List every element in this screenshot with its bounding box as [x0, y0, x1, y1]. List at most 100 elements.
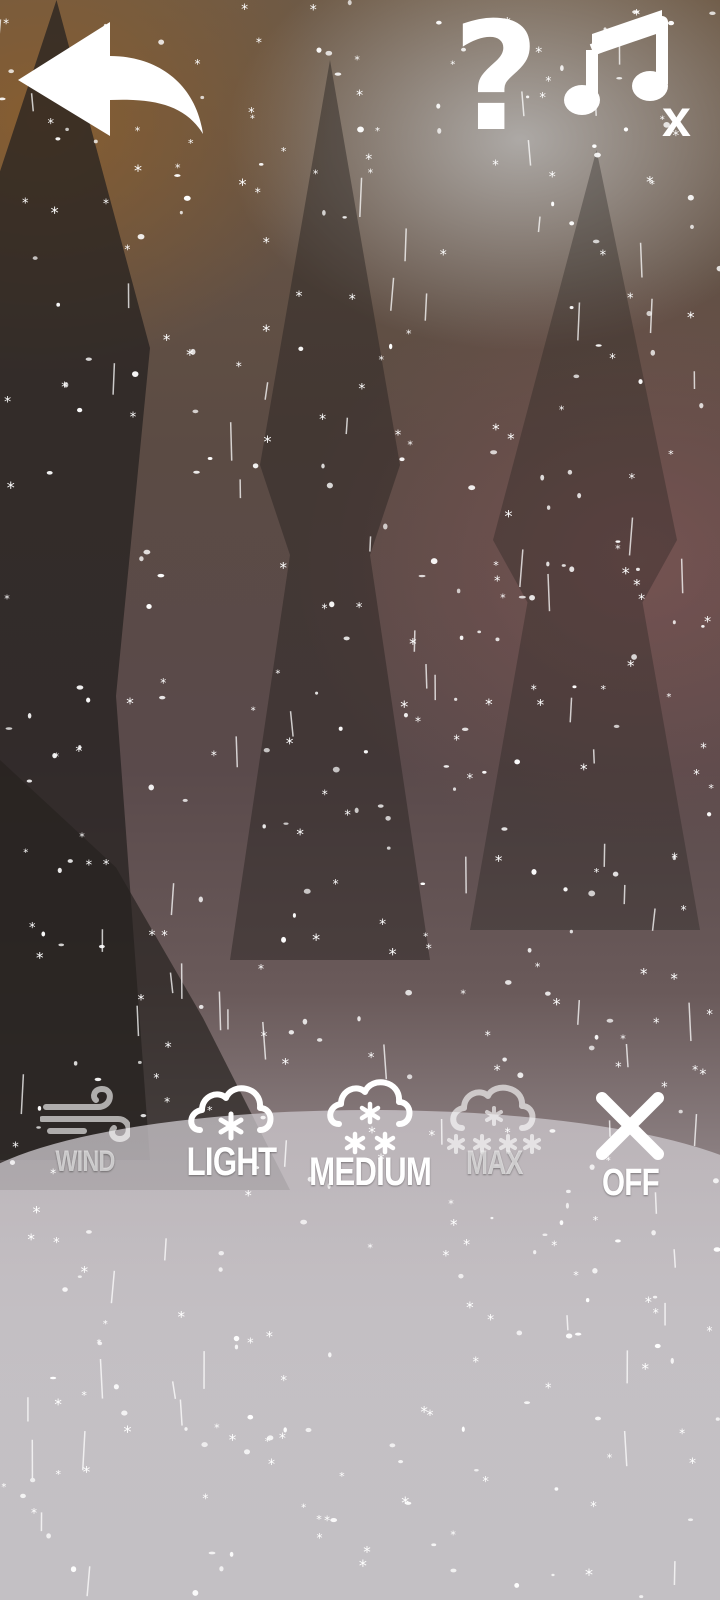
snow-dot: [615, 1239, 621, 1243]
snow-dot: [198, 1004, 204, 1009]
snowflake: *: [450, 1528, 456, 1541]
snow-dot: [636, 567, 640, 572]
snow-dot: [182, 798, 188, 802]
snow-dot: [63, 382, 69, 388]
light-label: LIGHT: [186, 1140, 277, 1184]
snowflake: *: [149, 928, 156, 944]
snow-dot: [263, 748, 270, 753]
snowflake: *: [708, 782, 714, 795]
snow-dot: [631, 654, 637, 660]
snow-dot: [540, 474, 545, 481]
snow-streak: [651, 908, 656, 931]
snow-streak: [547, 573, 551, 612]
snowflake: *: [322, 787, 328, 801]
snow-dot: [549, 1129, 556, 1133]
snowflake: *: [594, 866, 600, 879]
off-button[interactable]: OFF: [594, 1092, 667, 1205]
snow-dot: [477, 630, 482, 634]
snowflake: *: [395, 428, 402, 443]
snowflake: *: [262, 321, 270, 340]
snow-streak: [390, 277, 395, 311]
snow-dot: [300, 1219, 308, 1225]
snowflake: *: [22, 197, 29, 212]
snow-dot: [283, 1427, 287, 1433]
snowflake: *: [164, 1095, 170, 1109]
medium-snow-button[interactable]: MEDIUM: [292, 1078, 448, 1195]
snow-dot: [436, 20, 442, 25]
snowflake: *: [312, 930, 320, 949]
snow-dot: [26, 779, 33, 783]
snowflake: *: [161, 929, 168, 944]
snow-dot: [461, 727, 469, 732]
snow-streak: [169, 972, 174, 994]
snow-dot: [569, 566, 575, 573]
snow-dot: [588, 890, 596, 897]
snow-dot: [715, 1417, 720, 1421]
snowflake: *: [670, 970, 678, 988]
snowflake: *: [55, 1468, 61, 1481]
snow-dot: [383, 523, 388, 530]
snow-streak: [625, 1043, 629, 1068]
snowflake: *: [681, 903, 687, 917]
snow-streak: [566, 1315, 569, 1331]
snow-dot: [317, 1038, 323, 1042]
snow-dot: [652, 1295, 658, 1299]
snow-dot: [594, 1416, 601, 1421]
snow-dot: [281, 936, 287, 943]
snow-streak: [425, 664, 428, 689]
medium-label: MEDIUM: [309, 1150, 432, 1194]
snow-streak: [86, 1566, 91, 1597]
snow-dot: [183, 195, 191, 201]
snow-dot: [687, 1518, 694, 1522]
snow-dot: [639, 1595, 644, 1599]
snowflake: *: [485, 695, 493, 713]
snowflake: *: [375, 126, 380, 137]
snowflake: *: [415, 715, 421, 729]
snow-dot: [243, 1449, 251, 1455]
snow-dot: [638, 379, 643, 385]
snowflake: *: [400, 697, 408, 716]
snowflake: *: [590, 1500, 597, 1515]
snow-dot: [654, 1343, 661, 1349]
snow-dot: [431, 1543, 437, 1547]
music-toggle-button[interactable]: x: [562, 10, 702, 148]
snow-dot: [606, 1018, 614, 1023]
cloud-snow-light-icon: [188, 1085, 274, 1141]
snow-dot: [30, 1477, 36, 1483]
snowflake: *: [317, 1531, 323, 1545]
snow-streak: [171, 1381, 177, 1400]
snowflake: *: [492, 421, 500, 439]
snow-streak: [136, 1005, 140, 1037]
snow-dot: [585, 1297, 590, 1303]
snow-streak: [179, 1399, 183, 1426]
snow-dot: [418, 574, 426, 578]
snowflake: *: [79, 830, 85, 843]
snowflake: *: [423, 931, 428, 942]
snow-dot: [302, 1018, 308, 1025]
snow-streak: [628, 517, 634, 556]
snowflake: *: [255, 185, 261, 199]
back-arrow-icon: [18, 22, 203, 136]
wind-button[interactable]: WIND: [40, 1085, 130, 1179]
snowflake: *: [379, 917, 386, 933]
snowy-forest-background: * * * * * * * * * * * * * * * * * * * * * * * * * * * * * * * * * * * * * * * *…: [0, 0, 720, 1600]
snowflake: *: [406, 327, 412, 340]
snow-streak: [235, 736, 239, 768]
snow-dot: [490, 1216, 494, 1220]
snow-dot: [146, 604, 152, 610]
light-snow-button[interactable]: LIGHT: [174, 1078, 289, 1185]
snow-dot: [527, 947, 532, 953]
snow-dot: [193, 470, 200, 474]
back-button[interactable]: [18, 22, 208, 142]
help-button[interactable]: ?: [448, 3, 544, 153]
snow-dot: [258, 162, 264, 166]
snow-dot: [574, 1332, 582, 1336]
snowflake: *: [124, 242, 130, 256]
snow-dot: [262, 824, 266, 829]
snow-dot: [716, 265, 720, 272]
snow-dot: [594, 1034, 599, 1040]
max-snow-button[interactable]: MAX: [446, 1084, 542, 1183]
snowflake: *: [7, 478, 15, 497]
snow-dot: [229, 1551, 234, 1557]
snow-dot: [701, 624, 705, 628]
